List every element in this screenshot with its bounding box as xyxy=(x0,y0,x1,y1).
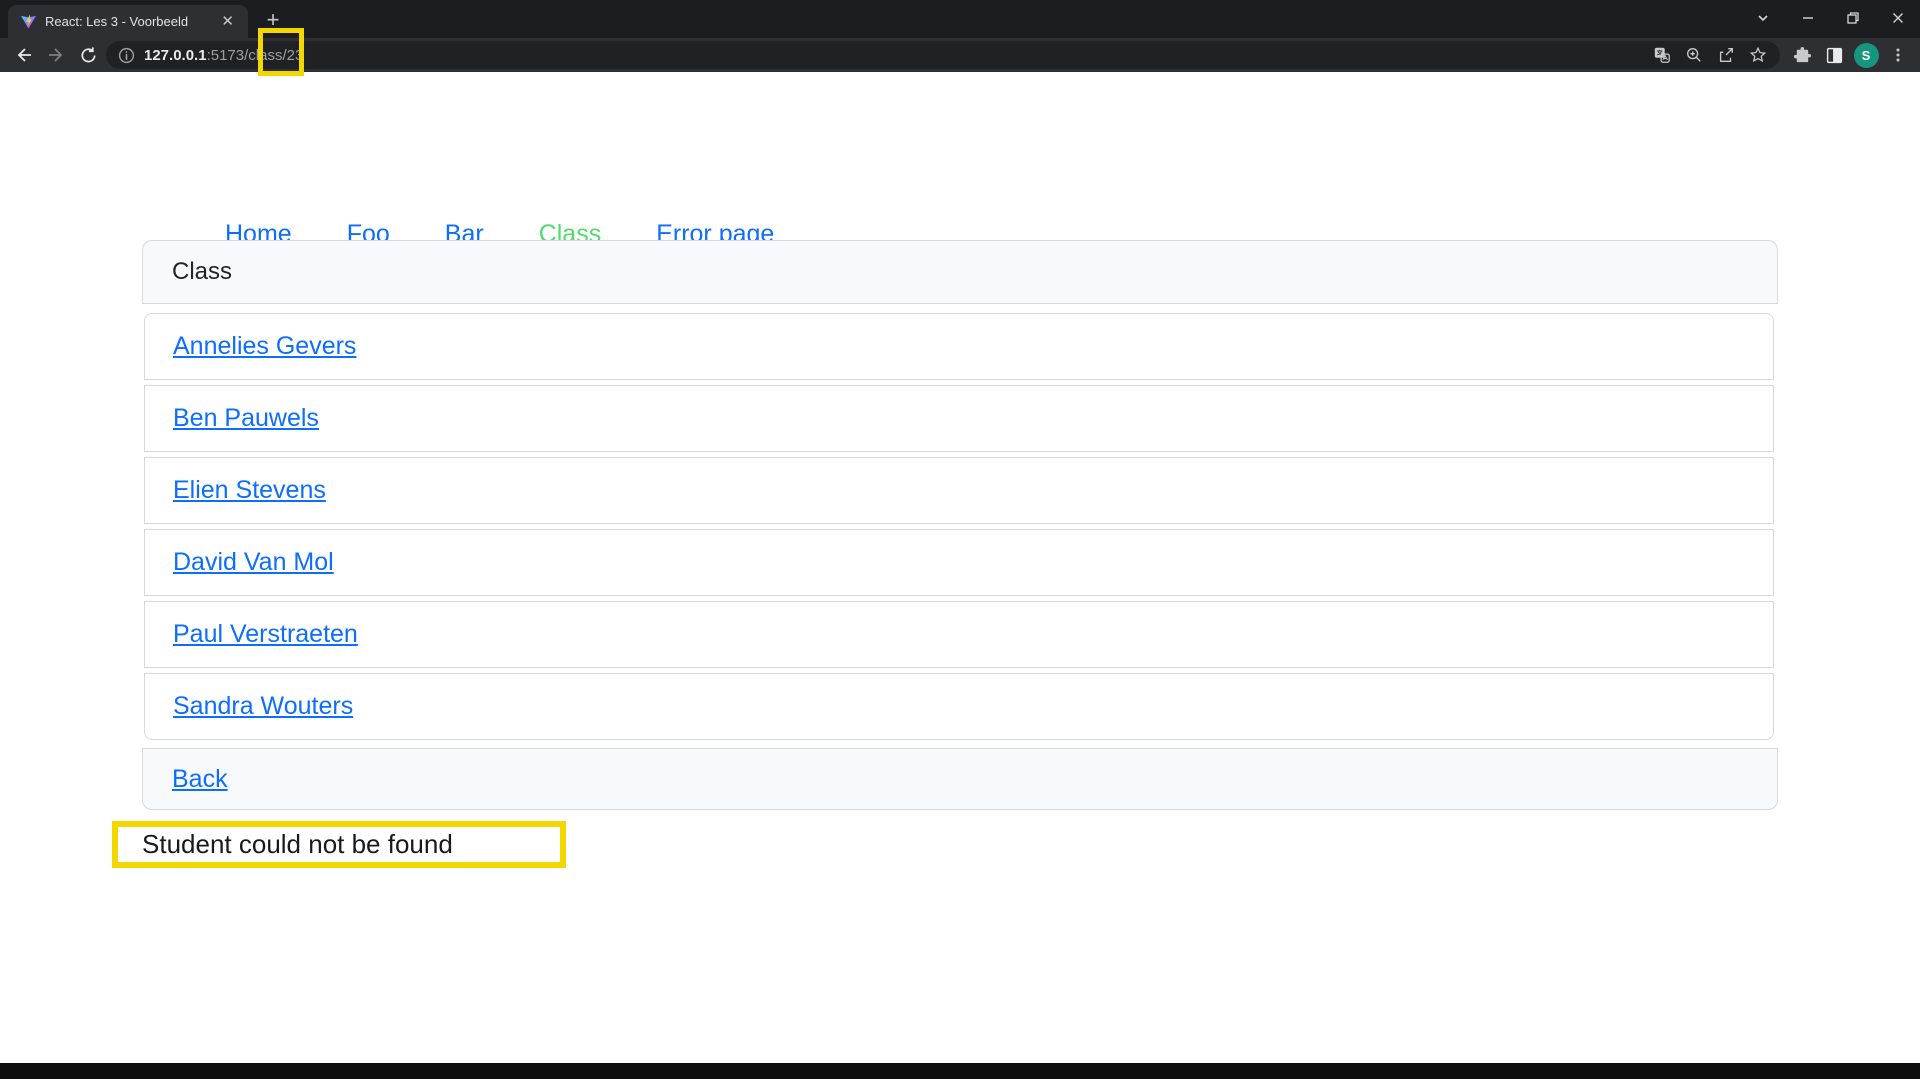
student-link[interactable]: Elien Stevens xyxy=(173,476,326,505)
vite-favicon-icon xyxy=(20,13,37,30)
bookmark-star-icon[interactable] xyxy=(1742,41,1774,69)
class-card-header: Class xyxy=(142,240,1778,304)
student-not-found-message: Student could not be found xyxy=(142,829,453,860)
student-link[interactable]: Sandra Wouters xyxy=(173,692,353,721)
tab-close-icon[interactable]: ✕ xyxy=(217,12,238,31)
profile-avatar[interactable]: S xyxy=(1850,41,1882,69)
window-controls xyxy=(1740,0,1920,36)
page-content: Home Foo Bar Class Error page Class Anne… xyxy=(0,72,1920,1063)
bottom-black-bar xyxy=(0,1063,1920,1079)
back-link[interactable]: Back xyxy=(172,765,228,794)
student-link[interactable]: Annelies Gevers xyxy=(173,332,356,361)
student-link[interactable]: David Van Mol xyxy=(173,548,334,577)
list-item[interactable]: David Van Mol xyxy=(144,529,1774,596)
forward-icon[interactable] xyxy=(40,38,72,72)
restore-icon[interactable] xyxy=(1830,0,1875,36)
back-icon[interactable] xyxy=(8,38,40,72)
side-panel-icon[interactable] xyxy=(1818,41,1850,69)
student-link[interactable]: Ben Pauwels xyxy=(173,404,319,433)
menu-kebab-icon[interactable] xyxy=(1882,41,1914,69)
reload-icon[interactable] xyxy=(72,38,104,72)
list-item[interactable]: Ben Pauwels xyxy=(144,385,1774,452)
new-tab-button[interactable]: + xyxy=(260,7,286,33)
site-info-icon[interactable] xyxy=(118,47,135,64)
url-host: 127.0.0.1 xyxy=(144,47,207,64)
tab-strip: React: Les 3 - Voorbeeld ✕ + xyxy=(0,0,1920,38)
address-bar[interactable]: 127.0.0.1:5173/class/23 xyxy=(106,41,1780,69)
close-window-icon[interactable] xyxy=(1875,0,1920,36)
list-item[interactable]: Elien Stevens xyxy=(144,457,1774,524)
class-card-footer: Back xyxy=(142,748,1778,810)
tab-search-chevron-icon[interactable] xyxy=(1740,0,1785,36)
list-item[interactable]: Paul Verstraeten xyxy=(144,601,1774,668)
avatar-initial: S xyxy=(1854,43,1879,68)
browser-tab[interactable]: React: Les 3 - Voorbeeld ✕ xyxy=(8,5,248,38)
extensions-puzzle-icon[interactable] xyxy=(1786,41,1818,69)
card-header-title: Class xyxy=(172,258,232,286)
zoom-icon[interactable] xyxy=(1678,41,1710,69)
minimize-icon[interactable] xyxy=(1785,0,1830,36)
tab-title: React: Les 3 - Voorbeeld xyxy=(45,14,217,29)
url-text[interactable]: 127.0.0.1:5173/class/23 xyxy=(144,47,303,64)
browser-toolbar: 127.0.0.1:5173/class/23 xyxy=(0,38,1920,72)
student-link[interactable]: Paul Verstraeten xyxy=(173,620,358,649)
url-path: :5173/class/23 xyxy=(207,47,304,64)
list-item[interactable]: Annelies Gevers xyxy=(144,313,1774,380)
student-list: Annelies Gevers Ben Pauwels Elien Steven… xyxy=(144,313,1774,740)
share-icon[interactable] xyxy=(1710,41,1742,69)
list-item[interactable]: Sandra Wouters xyxy=(144,673,1774,740)
translate-icon[interactable] xyxy=(1646,41,1678,69)
